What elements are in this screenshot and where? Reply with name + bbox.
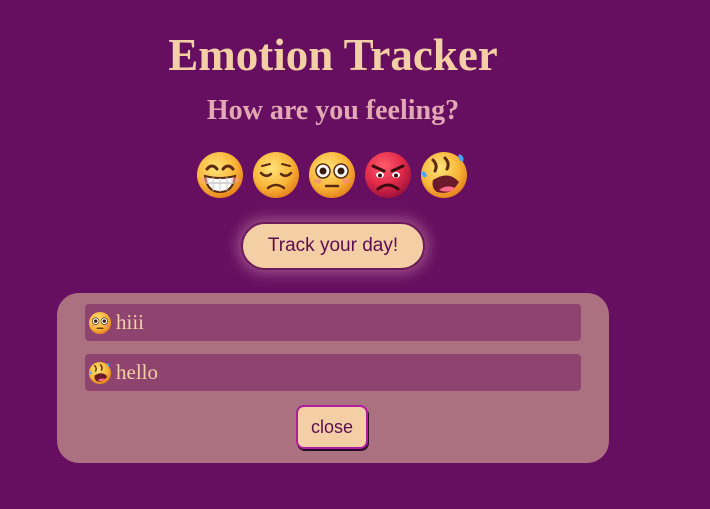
track-day-button[interactable]: Track your day! (241, 222, 425, 270)
flushed-face-icon (88, 311, 112, 334)
list-item[interactable]: hiii (85, 304, 581, 341)
rolling-laughing-face-icon (88, 361, 112, 384)
rolling-laughing-face-icon[interactable] (419, 150, 469, 200)
entries-panel: hiii hello close (57, 293, 609, 463)
page-subtitle: How are you feeling? (206, 95, 460, 126)
flushed-face-icon[interactable] (307, 150, 357, 200)
entry-text: hello (116, 360, 158, 384)
emotion-picker (195, 150, 469, 200)
close-button[interactable]: close (296, 405, 368, 449)
page-title: Emotion Tracker (168, 30, 498, 80)
entry-text: hiii (116, 310, 145, 334)
list-item[interactable]: hello (85, 354, 581, 391)
angry-face-icon[interactable] (363, 150, 413, 200)
pensive-face-icon[interactable] (251, 150, 301, 200)
grinning-face-icon[interactable] (195, 150, 245, 200)
